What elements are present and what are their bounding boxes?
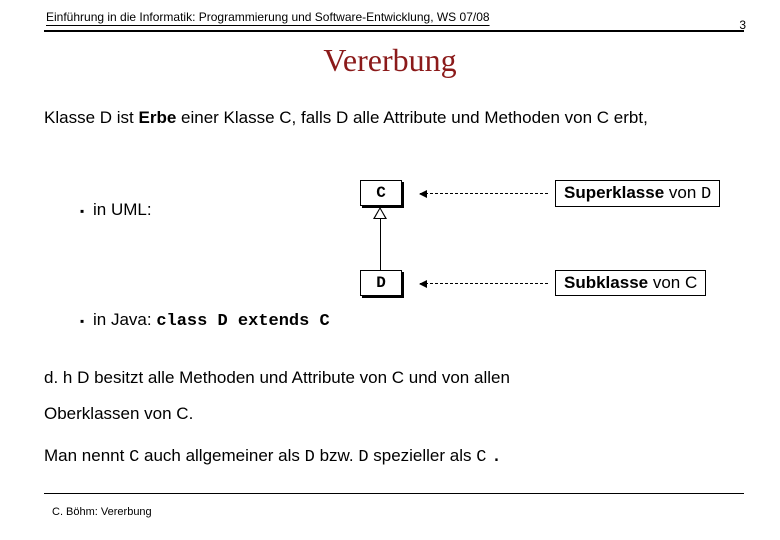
text: . [486, 440, 499, 467]
header-rule [44, 30, 744, 32]
uml-class-c: C [360, 180, 402, 206]
slide-title: Vererbung [0, 42, 780, 79]
text: auch allgemeiner als [139, 446, 304, 465]
text: spezieller als [369, 446, 477, 465]
text: einer Klasse C, falls D alle Attribute u… [176, 108, 648, 127]
dashed-arrow-sub [420, 283, 548, 284]
text: Superklasse [564, 183, 664, 202]
text: Klasse D ist [44, 108, 138, 127]
paragraph-1b: Oberklassen von C. [44, 404, 193, 424]
footer-author: C. Böhm: Vererbung [52, 506, 152, 518]
java-bullet: in Java: class D extends C [80, 310, 330, 331]
paragraph-1a: d. h D besitzt alle Methoden und Attribu… [44, 368, 510, 388]
footer-rule [44, 493, 744, 494]
text: D [358, 448, 368, 467]
text: C [129, 448, 139, 467]
page-number: 3 [739, 18, 746, 32]
uml-bullet: in UML: [80, 200, 152, 220]
text: Subklasse [564, 273, 648, 292]
header-course: Einführung in die Informatik: Programmie… [46, 10, 490, 24]
subklasse-label-box: Subklasse von C [555, 270, 706, 296]
text: D [305, 448, 315, 467]
text: von C [648, 273, 697, 292]
text: D [701, 185, 711, 204]
text: Man nennt [44, 446, 129, 465]
text: von [664, 183, 701, 202]
dashed-arrow-super [420, 193, 548, 194]
definition-line: Klasse D ist Erbe einer Klasse C, falls … [44, 108, 648, 128]
uml-inheritance-arrowhead [373, 207, 387, 219]
text: C [476, 448, 486, 467]
paragraph-2: Man nennt C auch allgemeiner als D bzw. … [44, 440, 500, 468]
java-code: class D extends C [156, 312, 329, 331]
uml-bullet-label: in UML: [93, 200, 152, 219]
uml-inheritance-line [380, 219, 381, 270]
erbe-bold: Erbe [138, 108, 176, 127]
text: in Java: [93, 310, 156, 329]
superklasse-label-box: Superklasse von D [555, 180, 720, 207]
text: bzw. [315, 446, 358, 465]
uml-class-d: D [360, 270, 402, 296]
